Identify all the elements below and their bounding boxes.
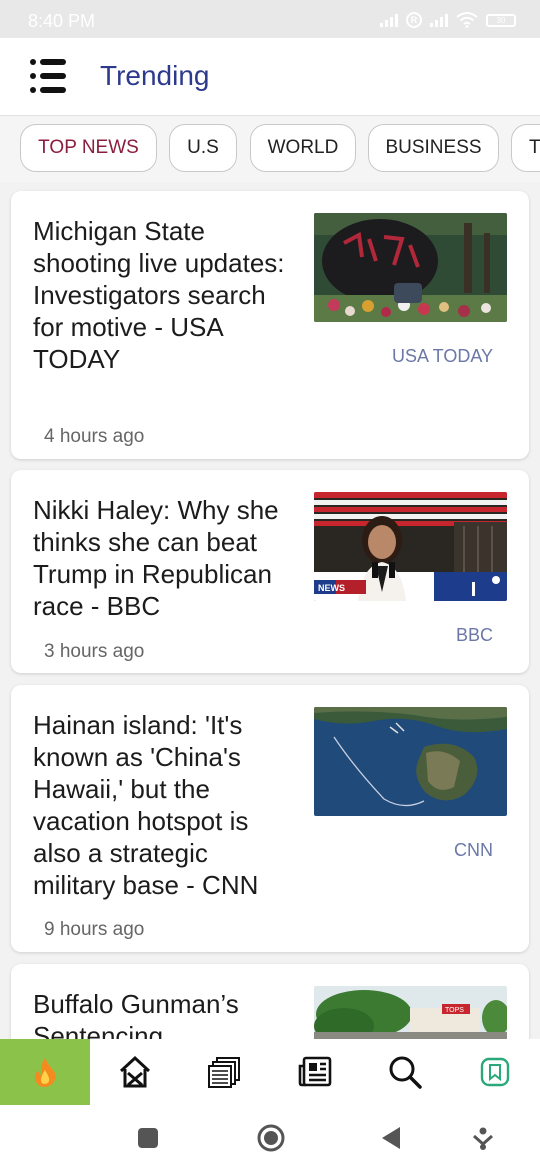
- newspapers-icon: [208, 1057, 240, 1088]
- recents-button[interactable]: [137, 1127, 159, 1149]
- menu-icon: [30, 59, 68, 65]
- article-time: 4 hours ago: [44, 426, 145, 447]
- bookmark-icon: [480, 1057, 510, 1087]
- nav-trending[interactable]: [0, 1039, 90, 1105]
- article-time: 3 hours ago: [44, 641, 145, 662]
- status-icons: R 30: [380, 12, 516, 28]
- thumbnail-caption: NEWS: [318, 583, 345, 593]
- nav-news[interactable]: [270, 1039, 360, 1105]
- article-card[interactable]: Hainan island: 'It's known as 'China's H…: [11, 685, 529, 952]
- article-title[interactable]: Nikki Haley: Why she thinks she can beat…: [33, 494, 293, 622]
- article-thumbnail[interactable]: [314, 213, 507, 322]
- home-icon: [119, 1055, 151, 1088]
- article-source[interactable]: CNN: [454, 840, 493, 861]
- back-button[interactable]: [380, 1126, 402, 1150]
- article-thumbnail[interactable]: NEWS: [314, 492, 507, 601]
- search-icon: [389, 1056, 422, 1089]
- home-button[interactable]: [256, 1123, 286, 1153]
- system-nav-bar: [0, 1105, 540, 1170]
- tab-partial[interactable]: T: [511, 124, 540, 172]
- expand-icon[interactable]: [472, 1127, 494, 1151]
- menu-button[interactable]: [30, 58, 68, 94]
- article-card[interactable]: Michigan State shooting live updates: In…: [11, 191, 529, 459]
- wifi-icon: [456, 12, 478, 28]
- tab-top-news[interactable]: TOP NEWS: [20, 124, 157, 172]
- nav-feeds[interactable]: [180, 1039, 270, 1105]
- app-header: Trending: [0, 38, 540, 116]
- tab-business[interactable]: BUSINESS: [368, 124, 499, 172]
- nav-home[interactable]: [90, 1039, 180, 1105]
- article-thumbnail[interactable]: [314, 707, 507, 816]
- article-card[interactable]: Nikki Haley: Why she thinks she can beat…: [11, 470, 529, 673]
- battery-icon: 30: [486, 13, 516, 27]
- fire-icon: [34, 1058, 56, 1087]
- nav-saved[interactable]: [450, 1039, 540, 1105]
- signal-icon: [380, 13, 398, 27]
- article-time: 9 hours ago: [44, 919, 145, 940]
- article-source[interactable]: USA TODAY: [392, 346, 493, 367]
- category-tabs: TOP NEWS U.S WORLD BUSINESS T: [0, 116, 540, 182]
- newspaper-icon: [298, 1056, 332, 1087]
- thumbnail-caption: TOPS: [445, 1007, 464, 1014]
- tab-world[interactable]: WORLD: [250, 124, 356, 172]
- article-title[interactable]: Michigan State shooting live updates: In…: [33, 215, 293, 375]
- roaming-icon: R: [406, 12, 422, 28]
- tab-us[interactable]: U.S: [169, 124, 237, 172]
- screen: 8:40 PM R 30 Trending TOP NEWS U.S WORLD…: [0, 0, 540, 1170]
- signal-icon-2: [430, 13, 448, 27]
- article-source[interactable]: BBC: [456, 625, 493, 646]
- nav-search[interactable]: [360, 1039, 450, 1105]
- status-bar: 8:40 PM R 30: [0, 0, 540, 38]
- page-title: Trending: [100, 60, 210, 91]
- bottom-nav: [0, 1039, 540, 1105]
- article-title[interactable]: Hainan island: 'It's known as 'China's H…: [33, 709, 293, 901]
- status-time: 8:40 PM: [28, 11, 96, 31]
